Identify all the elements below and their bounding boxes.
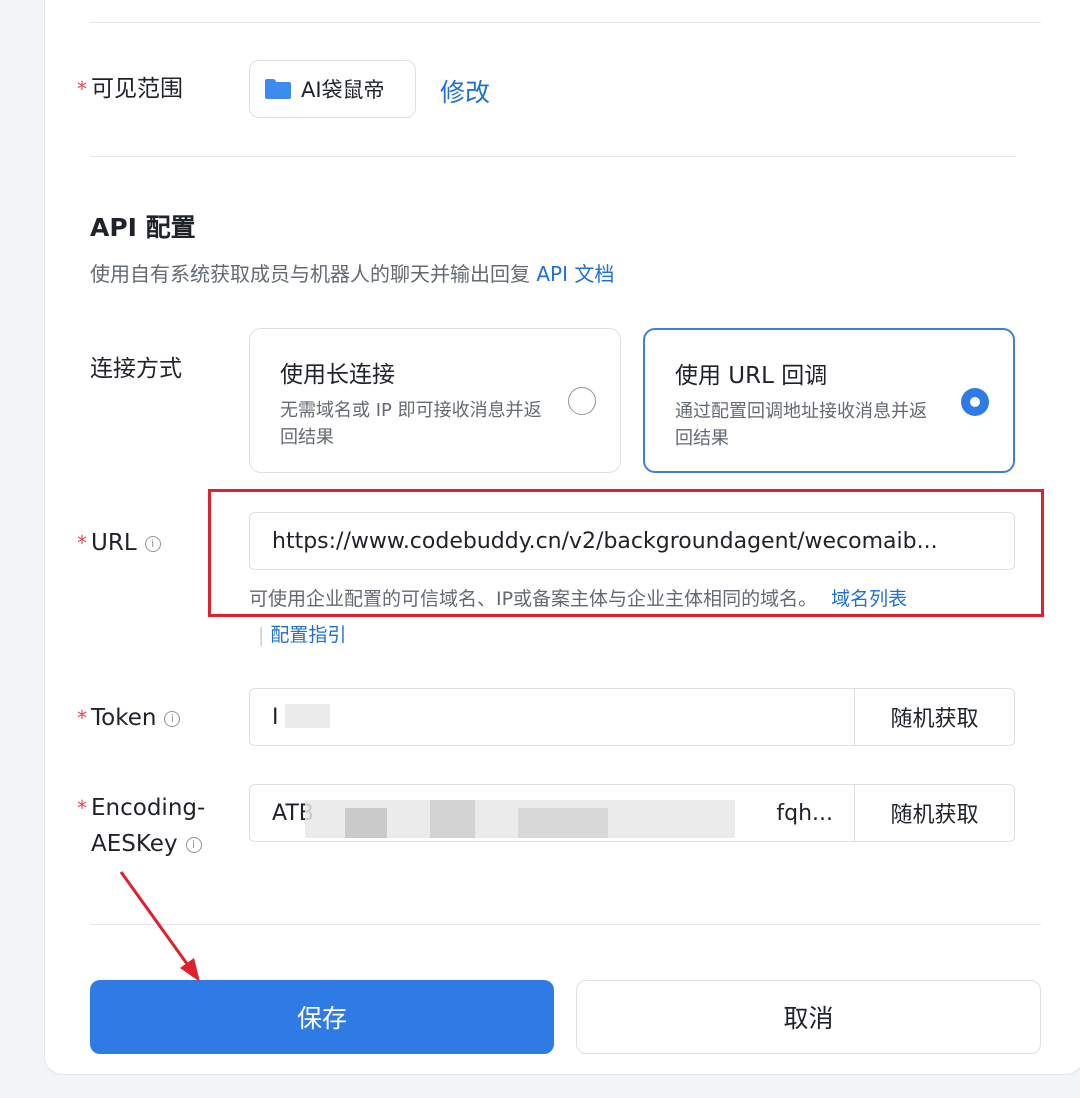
- top-divider: [90, 22, 1041, 23]
- edit-scope-link[interactable]: 修改: [440, 73, 490, 109]
- footer-divider: [90, 924, 1041, 925]
- option-url-callback[interactable]: 使用 URL 回调 通过配置回调地址接收消息并返回结果: [643, 328, 1015, 473]
- radio-unchecked[interactable]: [568, 387, 596, 415]
- redaction-blur: [285, 704, 330, 728]
- required-mark: *: [77, 77, 87, 101]
- config-guide-link[interactable]: 配置指引: [270, 624, 346, 646]
- url-input[interactable]: https://www.codebuddy.cn/v2/backgroundag…: [249, 512, 1015, 570]
- api-section-desc: 使用自有系统获取成员与机器人的聊天并输出回复 API 文档: [90, 262, 615, 286]
- required-mark: *: [77, 706, 87, 730]
- info-icon[interactable]: i: [164, 710, 181, 727]
- guide-line: | 配置指引: [258, 620, 346, 647]
- aes-label: * Encoding- AESKey i: [77, 795, 206, 857]
- scope-name: AI袋鼠帝: [301, 78, 385, 102]
- save-button[interactable]: 保存: [90, 980, 554, 1054]
- option-desc: 通过配置回调地址接收消息并返回结果: [675, 401, 927, 449]
- domain-list-link[interactable]: 域名列表: [831, 588, 907, 610]
- folder-icon: [265, 79, 291, 99]
- scope-chip[interactable]: AI袋鼠帝: [249, 60, 416, 118]
- api-doc-link[interactable]: API 文档: [536, 262, 614, 286]
- redaction-blur: [518, 808, 608, 838]
- option-long-connection[interactable]: 使用长连接 无需域名或 IP 即可接收消息并返回结果: [249, 328, 621, 473]
- radio-checked[interactable]: [961, 388, 989, 416]
- api-section-title: API 配置: [90, 213, 196, 242]
- url-label: * URL i: [77, 528, 161, 558]
- separator: |: [258, 624, 265, 646]
- visibility-label: * 可见范围: [77, 76, 183, 102]
- required-mark: *: [77, 796, 87, 820]
- info-icon[interactable]: i: [185, 836, 202, 853]
- redaction-blur: [430, 800, 475, 838]
- cancel-button[interactable]: 取消: [576, 980, 1041, 1054]
- redaction-blur: [345, 808, 387, 838]
- token-input[interactable]: I: [249, 688, 856, 746]
- option-desc: 无需域名或 IP 即可接收消息并返回结果: [280, 400, 542, 448]
- info-icon[interactable]: i: [144, 535, 161, 552]
- token-random-button[interactable]: 随机获取: [854, 688, 1015, 746]
- connection-label: 连接方式: [90, 356, 182, 382]
- url-hint: 可使用企业配置的可信域名、IP或备案主体与企业主体相同的域名。 域名列表: [249, 588, 908, 610]
- token-label: * Token i: [77, 703, 181, 733]
- aes-random-button[interactable]: 随机获取: [854, 784, 1015, 842]
- option-title: 使用 URL 回调: [675, 363, 828, 389]
- scope-divider: [90, 156, 1016, 157]
- required-mark: *: [77, 531, 87, 555]
- option-title: 使用长连接: [280, 362, 395, 388]
